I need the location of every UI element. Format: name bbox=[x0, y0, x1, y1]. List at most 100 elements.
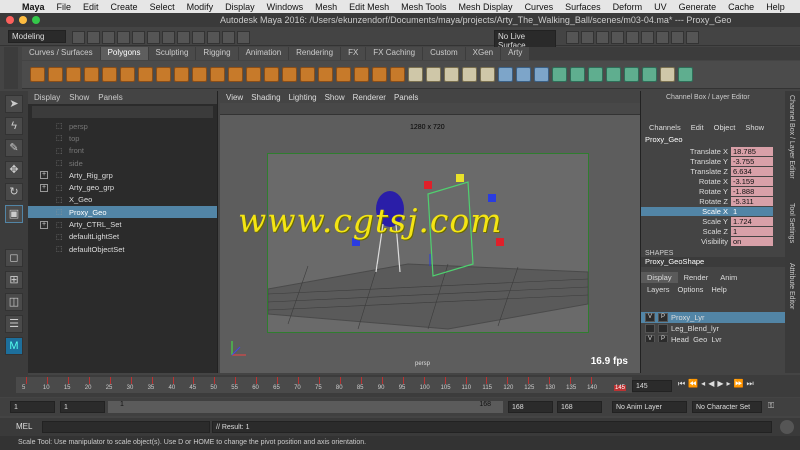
channel-name[interactable]: Rotate Z bbox=[641, 197, 731, 206]
menu-display[interactable]: Display bbox=[219, 2, 261, 12]
channel-menu-show[interactable]: Show bbox=[745, 123, 764, 135]
poly-disc-icon[interactable] bbox=[138, 67, 153, 82]
poly-cylinder-icon[interactable] bbox=[66, 67, 81, 82]
channel-row[interactable]: Visibility on bbox=[641, 236, 785, 246]
connect-icon[interactable] bbox=[480, 67, 495, 82]
layer-menu-help[interactable]: Help bbox=[711, 285, 726, 296]
layer-name[interactable]: Proxy_Lyr bbox=[671, 313, 785, 322]
extrude-icon[interactable] bbox=[336, 67, 351, 82]
menu-windows[interactable]: Windows bbox=[261, 2, 310, 12]
outliner-menu-display[interactable]: Display bbox=[34, 93, 60, 102]
character-set-dropdown[interactable]: No Character Set bbox=[692, 401, 762, 413]
end-time-field[interactable]: 168 bbox=[557, 401, 602, 413]
minimize-window-button[interactable] bbox=[19, 16, 27, 24]
channel-value[interactable]: 1 bbox=[731, 206, 773, 216]
layout-uv-icon[interactable] bbox=[606, 67, 621, 82]
poly-helix-icon[interactable] bbox=[192, 67, 207, 82]
insert-loop-icon[interactable] bbox=[408, 67, 423, 82]
tab-rigging[interactable]: Rigging bbox=[196, 47, 238, 60]
channel-value[interactable]: 1 bbox=[731, 226, 773, 236]
time-slider[interactable]: 5 10 15 20 25 30 35 40 45 50 55 60 65 70 75 80 85 90 95 100… bbox=[0, 375, 800, 397]
poly-pipe-icon[interactable] bbox=[174, 67, 189, 82]
layer-playback-toggle[interactable]: P bbox=[658, 335, 668, 342]
channel-value[interactable]: -3.159 bbox=[731, 176, 773, 186]
snap-grid-icon[interactable] bbox=[192, 31, 205, 44]
layer-visibility-toggle[interactable]: V bbox=[645, 335, 655, 342]
poly-cone-icon[interactable] bbox=[84, 67, 99, 82]
tab-fx[interactable]: FX bbox=[341, 47, 366, 60]
poly-plane-icon[interactable] bbox=[120, 67, 135, 82]
outliner-item[interactable]: + ⬚ Arty_Rig_grp bbox=[28, 169, 217, 181]
anim-layer-dropdown[interactable]: No Anim Layer bbox=[612, 401, 687, 413]
outliner-item[interactable]: ⬚ Proxy_Geo bbox=[28, 206, 217, 219]
layer-playback-toggle[interactable] bbox=[658, 324, 668, 333]
tab-polygons[interactable]: Polygons bbox=[100, 47, 148, 60]
normals-icon[interactable] bbox=[624, 67, 639, 82]
viewport-persp[interactable]: View Shading Lighting Show Renderer Pane… bbox=[220, 91, 640, 373]
layer-tab-display[interactable]: Display bbox=[641, 272, 678, 283]
side-tab-channel-box[interactable]: Channel Box / Layer Editor bbox=[788, 95, 795, 179]
channel-name[interactable]: Visibility bbox=[641, 237, 731, 246]
display-layer-row[interactable]: Leg_Blend_lyr bbox=[641, 323, 785, 334]
redo-icon[interactable] bbox=[132, 31, 145, 44]
outliner-item[interactable]: + ⬚ Arty_geo_grp bbox=[28, 181, 217, 193]
cut-uv-icon[interactable] bbox=[552, 67, 567, 82]
channel-row[interactable]: Scale Y 1.724 bbox=[641, 216, 785, 226]
separate-icon[interactable] bbox=[264, 67, 279, 82]
menu-help[interactable]: Help bbox=[760, 2, 791, 12]
menu-modify[interactable]: Modify bbox=[181, 2, 220, 12]
channel-menu-channels[interactable]: Channels bbox=[649, 123, 681, 135]
channel-row[interactable]: Translate Z 6.634 bbox=[641, 166, 785, 176]
layer-visibility-toggle[interactable]: V bbox=[645, 313, 655, 322]
viewport-menu-view[interactable]: View bbox=[226, 93, 243, 102]
step-forward-key-icon[interactable]: ⏩ bbox=[734, 379, 744, 389]
menu-generate[interactable]: Generate bbox=[673, 2, 723, 12]
lasso-tool-icon[interactable]: ϟ bbox=[5, 117, 23, 135]
menu-curves[interactable]: Curves bbox=[519, 2, 560, 12]
shelf-gear-icon[interactable] bbox=[4, 47, 18, 89]
channel-value[interactable]: 18.785 bbox=[731, 146, 773, 156]
outliner-item[interactable]: ⬚ X_Geo bbox=[28, 194, 217, 206]
multi-cut-icon[interactable] bbox=[444, 67, 459, 82]
close-window-button[interactable] bbox=[6, 16, 14, 24]
step-back-icon[interactable]: ◂ bbox=[701, 379, 705, 389]
menu-file[interactable]: File bbox=[51, 2, 78, 12]
current-time-marker[interactable]: 145 bbox=[613, 385, 626, 391]
zoom-window-button[interactable] bbox=[32, 16, 40, 24]
menu-cache[interactable]: Cache bbox=[722, 2, 760, 12]
menu-surfaces[interactable]: Surfaces bbox=[559, 2, 607, 12]
mel-label[interactable]: MEL bbox=[16, 422, 32, 431]
poly-cube-icon[interactable] bbox=[48, 67, 63, 82]
tool-settings-toggle-icon[interactable] bbox=[671, 31, 684, 44]
channel-name[interactable]: Scale X bbox=[641, 206, 731, 216]
expand-icon[interactable]: + bbox=[40, 183, 48, 192]
channel-menu-edit[interactable]: Edit bbox=[691, 123, 704, 135]
auto-map-icon[interactable] bbox=[534, 67, 549, 82]
delete-history-icon[interactable] bbox=[678, 67, 693, 82]
render-view-icon[interactable] bbox=[566, 31, 579, 44]
channel-name[interactable]: Translate Z bbox=[641, 167, 731, 176]
channel-name[interactable]: Rotate Y bbox=[641, 187, 731, 196]
outliner-item[interactable]: ⬚ defaultLightSet bbox=[28, 231, 217, 243]
side-tab-attribute-editor[interactable]: Attribute Editor bbox=[788, 263, 795, 309]
scale-handle-y-icon[interactable] bbox=[456, 174, 464, 182]
menu-set-dropdown[interactable]: Modeling bbox=[8, 30, 66, 43]
expand-icon[interactable]: + bbox=[40, 220, 48, 229]
tab-xgen[interactable]: XGen bbox=[465, 47, 501, 60]
render-settings-icon[interactable] bbox=[611, 31, 624, 44]
bevel-icon[interactable] bbox=[372, 67, 387, 82]
channel-menu-object[interactable]: Object bbox=[714, 123, 736, 135]
channel-row[interactable]: Translate Y -3.755 bbox=[641, 156, 785, 166]
channel-value[interactable]: 6.634 bbox=[731, 166, 773, 176]
key-icon[interactable]: ⚿ bbox=[768, 401, 774, 411]
offset-loop-icon[interactable] bbox=[426, 67, 441, 82]
save-scene-icon[interactable] bbox=[102, 31, 115, 44]
play-forward-icon[interactable]: ▶ bbox=[717, 379, 723, 389]
mirror-icon[interactable] bbox=[318, 67, 333, 82]
select-component-icon[interactable] bbox=[177, 31, 190, 44]
channel-object-name[interactable]: Proxy_Geo bbox=[641, 135, 785, 146]
single-view-icon[interactable]: ◻ bbox=[5, 249, 23, 267]
menu-uv[interactable]: UV bbox=[648, 2, 673, 12]
layer-playback-toggle[interactable]: P bbox=[658, 313, 668, 322]
current-frame-field[interactable]: 145 bbox=[632, 380, 672, 392]
